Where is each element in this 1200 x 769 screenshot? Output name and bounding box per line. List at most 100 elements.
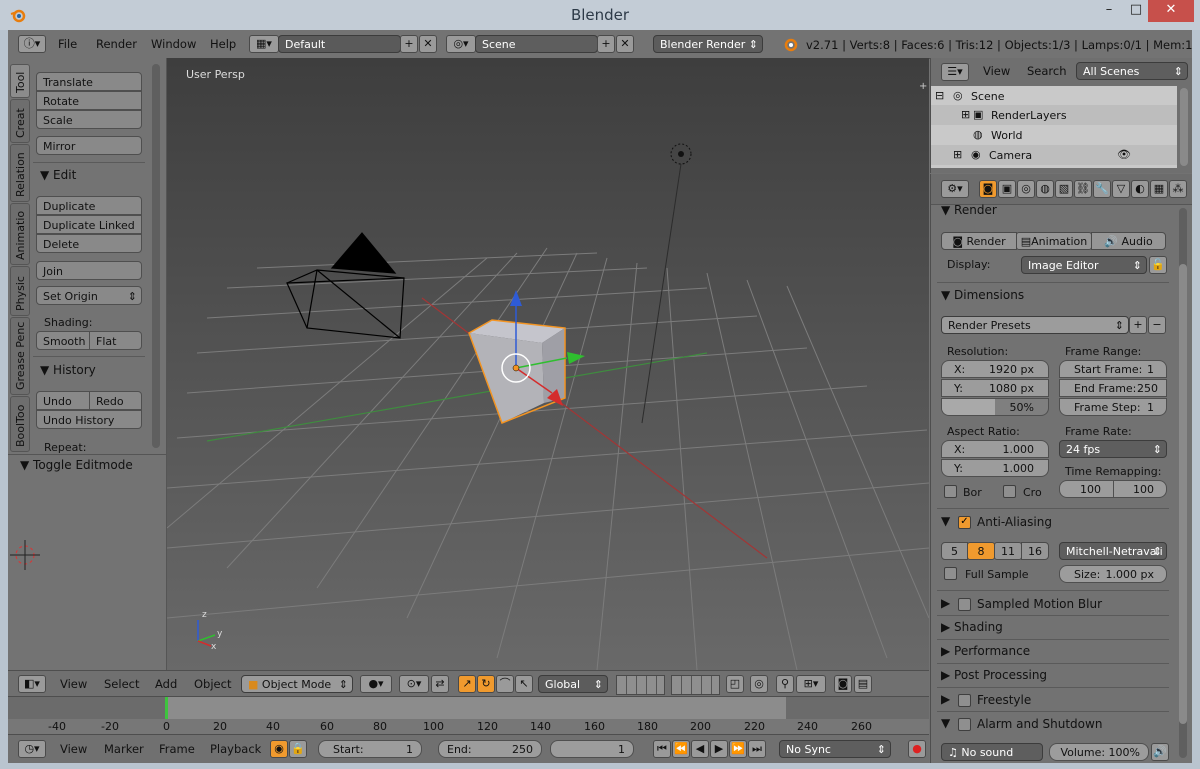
camera-object[interactable] [286,232,405,339]
editor-type-properties-icon[interactable]: ⚙▾ [941,180,969,198]
scale-button[interactable]: Scale [36,110,142,129]
editor-type-3d-icon[interactable]: ◧▾ [18,675,46,693]
outliner-scrollbar[interactable] [1180,88,1188,166]
pivot-point-icon[interactable]: ⊙▾ [399,675,429,693]
history-panel-header[interactable]: ▼ History [40,359,96,381]
viewport-shading-icon[interactable]: ●▾ [360,675,392,693]
proportional-edit-icon[interactable]: ◎ [750,675,768,693]
audio-button[interactable]: 🔊 Audio [1091,232,1166,250]
motion-blur-checkbox[interactable] [958,598,971,611]
data-context-icon[interactable]: ▽ [1112,180,1130,198]
current-frame-indicator[interactable] [165,697,168,719]
material-context-icon[interactable]: ◐ [1131,180,1149,198]
snap-element-icon[interactable]: ⊞▾ [796,675,826,693]
layout-add-icon[interactable]: + [400,35,418,53]
orientation-select[interactable]: Global ⇕ [538,675,608,693]
redo-button[interactable]: Redo [89,391,142,410]
delete-button[interactable]: Delete [36,234,142,253]
render-presets-select[interactable]: Render Presets ⇕ [941,316,1129,334]
layers-group-1[interactable] [616,675,665,695]
sound-select[interactable]: ♫ No sound [941,743,1043,761]
tab-create[interactable]: Creat [10,99,30,143]
render-panel-header[interactable]: ▼ Render [941,199,997,221]
start-frame-field[interactable]: Start Frame: 1 [1059,360,1167,378]
mode-select[interactable]: ■ Object Mode ⇕ [241,675,353,693]
jump-start-icon[interactable]: ⏮ [653,740,671,758]
mirror-button[interactable]: Mirror [36,136,142,155]
post-processing-panel-header[interactable]: ▶ Post Processing [941,664,1047,686]
keying-record-icon[interactable]: ● [908,740,926,758]
outliner-row-camera[interactable]: ⊞ ◉ Camera 👁 [931,145,1177,165]
play-reverse-icon[interactable]: ◀ [691,740,709,758]
frame-rate-select[interactable]: 24 fps ⇕ [1059,440,1167,458]
viewport-plus-icon[interactable]: + [919,82,929,92]
resolution-y-field[interactable]: Y: 1080 px [941,379,1049,397]
aa-samples-8[interactable]: 8 [967,542,995,560]
tool-shelf-scrollbar[interactable] [152,64,160,448]
duplicate-button[interactable]: Duplicate [36,196,142,215]
layout-remove-icon[interactable]: ✕ [419,35,437,53]
render-button[interactable]: ◙ Render [941,232,1017,250]
performance-panel-header[interactable]: ▶ Performance [941,640,1030,662]
aa-samples-5[interactable]: 5 [941,542,968,560]
jump-next-key-icon[interactable]: ⏩ [729,740,747,758]
join-button[interactable]: Join [36,261,142,280]
snap-manipulator-icon[interactable]: ↖ [515,675,533,693]
cube-object[interactable] [468,319,566,424]
preset-add-icon[interactable]: + [1129,316,1147,334]
translate-button[interactable]: Translate [36,72,142,91]
tab-physics[interactable]: Physic [10,266,30,316]
visibility-eye-icon[interactable]: 👁 [1117,148,1131,161]
menu-window[interactable]: Window [151,31,196,57]
animation-button[interactable]: ▤Animation [1016,232,1092,250]
close-button[interactable]: ✕ [1148,0,1194,22]
freestyle-panel-header[interactable]: ▶ [941,688,950,710]
tab-booltool[interactable]: BoolToo [10,396,30,452]
menu-view[interactable]: View [60,671,87,697]
duplicate-linked-button[interactable]: Duplicate Linked [36,215,142,234]
jump-end-icon[interactable]: ⏭ [748,740,766,758]
renderlayers-context-icon[interactable]: ▣ [998,180,1016,198]
editor-type-outliner-icon[interactable]: ☰▾ [941,63,969,81]
tab-tool[interactable]: Tool [10,64,30,98]
resolution-x-field[interactable]: X: 1920 px [941,360,1049,378]
end-frame-field[interactable]: End: 250 [438,740,542,758]
remap-old-field[interactable]: 100 [1059,480,1114,498]
physics-context-icon[interactable]: ⁂ [1169,180,1187,198]
aa-filter-select[interactable]: Mitchell-Netravali ⇕ [1059,542,1167,560]
filter-size-field[interactable]: Size: 1.000 px [1059,565,1167,583]
render-anim-icon[interactable]: ▤ [854,675,872,693]
lock-icon[interactable]: 🔒 [289,740,307,758]
properties-scroll-thumb[interactable] [1179,264,1187,724]
layout-icon[interactable]: ▦▾ [249,35,279,53]
menu-playback[interactable]: Playback [210,736,261,762]
alarm-checkbox[interactable] [958,718,971,731]
scene-icon[interactable]: ◎▾ [446,35,476,53]
border-checkbox[interactable] [944,485,957,498]
remap-new-field[interactable]: 100 [1113,480,1167,498]
menu-view[interactable]: View [60,736,87,762]
sync-select[interactable]: No Sync ⇕ [779,740,891,758]
aspect-x-field[interactable]: X: 1.000 [941,440,1049,458]
snap-toggle-icon[interactable]: ⚲ [776,675,794,693]
alarm-panel-header[interactable]: ▼ [941,712,950,734]
render-engine-select[interactable]: Blender Render ⇕ [653,35,763,53]
motion-blur-panel-header[interactable]: ▶ [941,592,950,614]
rotate-button[interactable]: Rotate [36,91,142,110]
display-select[interactable]: Image Editor ⇕ [1021,256,1147,274]
undo-history-button[interactable]: Undo History [36,410,142,429]
shading-panel-header[interactable]: ▶ Shading [941,616,1003,638]
play-icon[interactable]: ▶ [710,740,728,758]
minimize-button[interactable]: – [1094,0,1124,22]
rotate-manipulator-icon[interactable]: ↻ [477,675,495,693]
volume-icon[interactable]: 🔊 [1151,743,1169,761]
scale-manipulator-icon[interactable]: ⌒ [496,675,514,693]
start-frame-field[interactable]: Start: 1 [318,740,422,758]
menu-view[interactable]: View [983,58,1010,84]
smooth-button[interactable]: Smooth [36,331,90,350]
aa-samples-11[interactable]: 11 [994,542,1022,560]
edit-panel-header[interactable]: ▼ Edit [40,164,76,186]
outliner-row-scene[interactable]: ⊟ ◎ Scene [931,86,1177,105]
world-context-icon[interactable]: ◍ [1036,180,1054,198]
scene-add-icon[interactable]: + [597,35,615,53]
